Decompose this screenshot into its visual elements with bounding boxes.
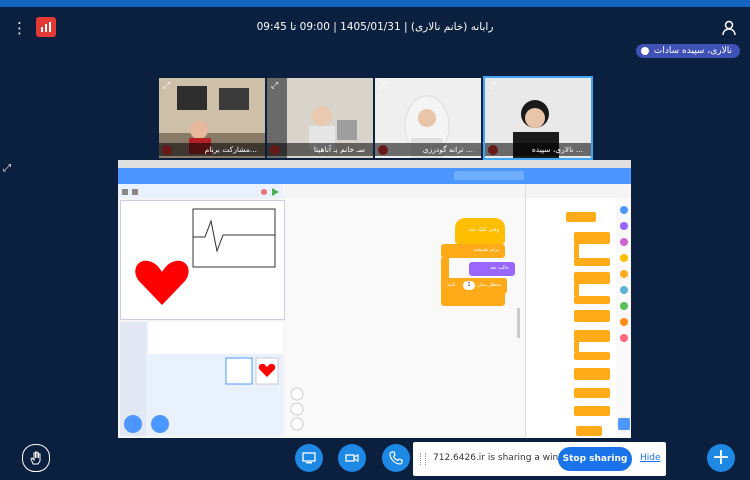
participant-tile-active[interactable]: ⤢ نالاری، سپیده ... <box>483 76 593 160</box>
screen-share-button[interactable] <box>295 444 323 472</box>
meeting-title: رابانه (خانم نالاری) | 1405/01/31 | 09:0… <box>256 21 494 33</box>
palette-blocks <box>526 184 631 438</box>
participant-name: سـ خانم بـ آناهیتا <box>267 143 373 156</box>
scratch-code-area: وقتی کلیک شد برای همیشه حالت بعد ثانیه 1… <box>285 198 525 436</box>
video-button[interactable] <box>338 444 366 472</box>
top-accent-strip <box>0 0 750 7</box>
stop-sharing-button[interactable]: Stop sharing <box>558 447 632 471</box>
top-bar: ⋮ رابانه (خانم نالاری) | 1405/01/31 | 09… <box>0 7 750 47</box>
participant-tile[interactable]: ⤢ سـ خانم بـ آناهیتا <box>267 78 373 158</box>
block-palette <box>525 184 631 438</box>
stage-controls <box>122 188 279 196</box>
participant-tile[interactable]: ⤢ ترانه گودرزی ... <box>375 78 481 158</box>
active-user-name: نالاری، سپیده سادات <box>653 46 732 56</box>
scratch-search-field <box>454 171 524 180</box>
next-costume-label: حالت بعد <box>489 265 509 271</box>
fullscreen-icon[interactable]: ⤢ <box>3 163 11 174</box>
expand-icon[interactable]: ⤢ <box>163 81 170 91</box>
browser-tabbar <box>118 160 631 168</box>
participant-name: ترانه گودرزی ... <box>375 143 481 156</box>
sprite-pane-canvas <box>120 322 283 436</box>
hat-block[interactable]: وقتی کلیک شد <box>455 218 505 244</box>
next-costume-block[interactable]: حالت بعد <box>469 262 515 276</box>
plus-button[interactable]: + <box>707 444 735 472</box>
raise-hand-button[interactable] <box>22 444 50 472</box>
wait-block[interactable]: ثانیه 1 منتظر بمان <box>441 278 507 294</box>
video-icon <box>345 454 359 462</box>
sharing-notification: 712.6426.ir is sharing a window. Stop sh… <box>413 442 666 476</box>
plus-icon: + <box>711 445 731 470</box>
scratch-menu-bar <box>118 168 631 184</box>
wait-block-label: منتظر بمان <box>477 282 501 288</box>
sprite-pane <box>120 322 283 436</box>
scratch-stage <box>120 200 285 320</box>
wait-value-field[interactable]: 1 <box>463 281 475 290</box>
forever-block-foot <box>441 294 505 306</box>
phone-icon <box>389 451 403 465</box>
sharing-message: 712.6426.ir is sharing a window. <box>433 453 579 463</box>
expand-icon[interactable]: ⤢ <box>379 81 386 91</box>
drag-handle-icon[interactable] <box>420 453 426 465</box>
stage-canvas <box>135 208 276 305</box>
hide-link[interactable]: Hide <box>640 453 661 463</box>
user-icon[interactable] <box>720 19 738 37</box>
forever-block[interactable]: برای همیشه <box>441 244 505 258</box>
hat-block-label: وقتی کلیک شد <box>468 227 500 233</box>
expand-icon[interactable]: ⤢ <box>271 81 278 91</box>
expand-icon[interactable]: ⤢ <box>489 81 496 91</box>
active-user-badge: نالاری، سپیده سادات <box>635 44 740 58</box>
stage-header <box>118 184 283 198</box>
wait-unit-label: ثانیه <box>447 282 456 288</box>
participant-name: مشارکت برنام... <box>159 143 265 156</box>
participant-tile[interactable]: ⤢ مشارکت برنام... <box>159 78 265 158</box>
phone-button[interactable] <box>382 444 410 472</box>
raise-hand-icon <box>30 451 41 465</box>
forever-block-label: برای همیشه <box>473 247 499 253</box>
participant-name: نالاری، سپیده ... <box>485 143 591 156</box>
user-dot-icon <box>640 47 649 55</box>
participant-tiles: ⤢ مشارکت برنام... ⤢ سـ خانم بـ آناهیتا ⤢… <box>159 76 593 160</box>
shared-screen: وقتی کلیک شد برای همیشه حالت بعد ثانیه 1… <box>118 160 631 438</box>
screen-share-icon <box>302 452 316 464</box>
